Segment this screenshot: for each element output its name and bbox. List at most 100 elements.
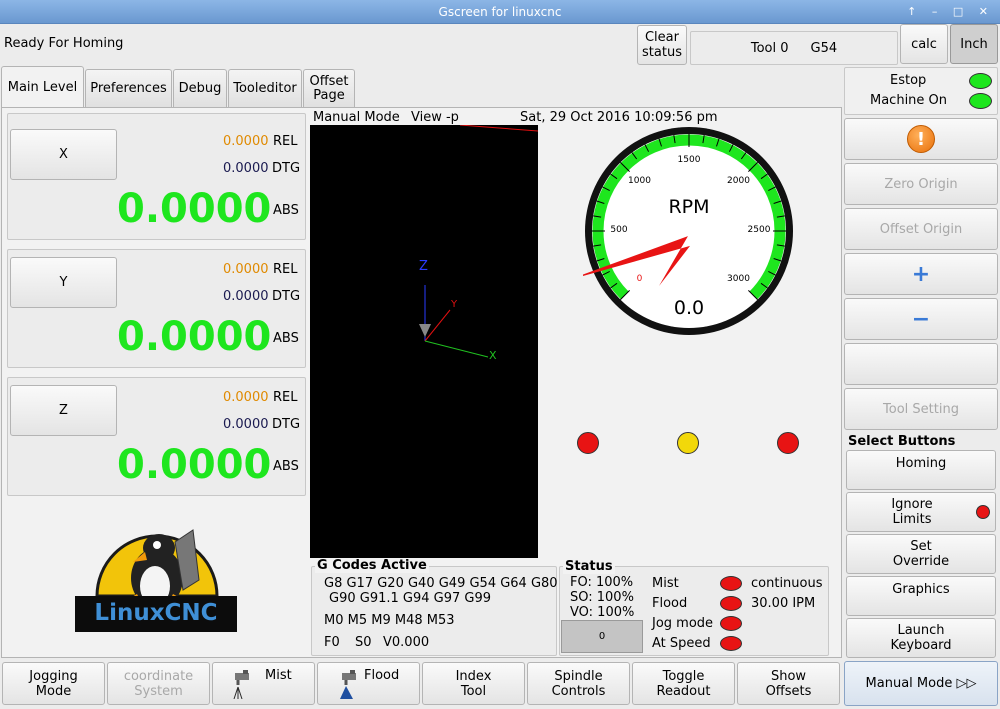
calc-button[interactable]: calc <box>900 24 948 64</box>
mist-button[interactable]: Mist <box>212 662 315 705</box>
spindle-controls-button[interactable]: Spindle Controls <box>527 662 630 705</box>
status-message: Ready For Homing <box>4 36 124 51</box>
flood-led <box>720 596 742 611</box>
tab-preferences[interactable]: Preferences <box>85 69 172 107</box>
warning-icon: ! <box>907 125 935 153</box>
tab-main-level[interactable]: Main Level <box>1 66 84 108</box>
toggle-readout-button[interactable]: Toggle Readout <box>632 662 735 705</box>
gauge-tick-2500: 2500 <box>747 225 771 235</box>
gauge-tick-0: 0 <box>636 274 643 285</box>
select-buttons-label: Select Buttons <box>848 434 956 449</box>
gauge-tick-500: 500 <box>610 225 628 235</box>
minus-icon: − <box>911 306 931 332</box>
flood-button[interactable]: Flood <box>317 662 420 705</box>
graphics-preview[interactable]: Z Y X <box>310 124 539 558</box>
work-offset: G54 <box>810 40 838 56</box>
manual-mode-button[interactable]: Manual Mode ▷▷ <box>844 661 998 706</box>
y-rel-value: 0.0000 <box>223 262 269 277</box>
estop-label: Estop <box>890 73 927 88</box>
tab-debug[interactable]: Debug <box>173 69 227 107</box>
units-button[interactable]: Inch <box>950 24 998 64</box>
ignore-limits-led <box>976 505 990 519</box>
window-controls[interactable]: ↑ – □ ✕ <box>907 0 994 24</box>
flood-button-label: Flood <box>364 668 400 683</box>
minus-button[interactable]: − <box>844 298 998 340</box>
jog-type: continuous <box>751 576 823 591</box>
x-rel-value: 0.0000 <box>223 134 269 149</box>
indicator-led-left <box>577 432 599 454</box>
x-abs-label: ABS <box>273 203 299 218</box>
mist-icon <box>233 669 255 703</box>
plus-icon: + <box>911 261 931 287</box>
axis-x-button[interactable]: X <box>10 129 117 180</box>
gauge-tick-3000: 3000 <box>727 274 750 285</box>
show-offsets-button[interactable]: Show Offsets <box>737 662 840 705</box>
estop-led <box>969 73 992 89</box>
z-abs-label: ABS <box>273 459 299 474</box>
blank-button[interactable] <box>844 343 998 385</box>
tool-info: Tool 0 G54 <box>690 31 898 65</box>
feed-value: F0 <box>324 635 340 650</box>
index-tool-button[interactable]: Index Tool <box>422 662 525 705</box>
dro-y-panel: Y 0.0000 REL 0.0000 DTG 0.0000 ABS <box>7 249 306 368</box>
indicator-led-right <box>777 432 799 454</box>
jog-mode-label: Jog mode <box>652 616 714 631</box>
flood-status-label: Flood <box>652 596 688 611</box>
indicator-led-middle <box>677 432 699 454</box>
spindle-value: S0 <box>355 635 372 650</box>
dro-z-panel: Z 0.0000 REL 0.0000 DTG 0.0000 ABS <box>7 377 306 496</box>
ignore-limits-label: Ignore Limits <box>891 497 933 527</box>
status-counter: 0 <box>561 620 643 653</box>
graphics-view-label: View -p <box>411 110 459 125</box>
z-dtg-value: 0.0000 <box>223 417 269 432</box>
tool-number: Tool 0 <box>750 40 789 56</box>
y-abs-value: 0.0000 <box>117 314 272 360</box>
ignore-limits-button[interactable]: Ignore Limits <box>846 492 996 532</box>
tab-tooleditor[interactable]: Tooleditor <box>228 69 302 107</box>
y-abs-label: ABS <box>273 331 299 346</box>
mist-status-label: Mist <box>652 576 679 591</box>
mcodes-line: M0 M5 M9 M48 M53 <box>324 613 455 628</box>
window-titlebar: Gscreen for linuxcnc ↑ – □ ✕ <box>0 0 1000 24</box>
machine-on-label: Machine On <box>870 93 948 108</box>
launch-keyboard-button[interactable]: Launch Keyboard <box>846 618 996 658</box>
spindle-override: SO: 100% <box>570 590 634 605</box>
logo-text: LinuxCNC <box>94 600 218 626</box>
zero-origin-button[interactable]: Zero Origin <box>844 163 998 205</box>
set-override-button[interactable]: Set Override <box>846 534 996 574</box>
mist-led <box>720 576 742 591</box>
x-dtg-value: 0.0000 <box>223 161 269 176</box>
z-rel-value: 0.0000 <box>223 390 269 405</box>
x-abs-value: 0.0000 <box>117 186 272 232</box>
graphics-datetime: Sat, 29 Oct 2016 10:09:56 pm <box>520 110 718 125</box>
graphics-button[interactable]: Graphics <box>846 576 996 616</box>
axis-z-button[interactable]: Z <box>10 385 117 436</box>
clear-status-button[interactable]: Clear status <box>637 25 687 65</box>
z-dtg-label: DTG <box>272 417 301 432</box>
jog-rate: 30.00 IPM <box>751 596 816 611</box>
coordinate-system-button[interactable]: coordinate System <box>107 662 210 705</box>
plus-button[interactable]: + <box>844 253 998 295</box>
feed-override: FO: 100% <box>570 575 634 590</box>
x-dtg-label: DTG <box>272 161 301 176</box>
axis-x-label: X <box>489 349 497 362</box>
graphics-mode-label: Manual Mode <box>313 110 400 125</box>
axis-y-button[interactable]: Y <box>10 257 117 308</box>
jogging-mode-button[interactable]: Jogging Mode <box>2 662 105 705</box>
at-speed-label: At Speed <box>652 636 711 651</box>
gcodes-line1: G8 G17 G20 G40 G49 G54 G64 G80 <box>324 576 558 591</box>
gauge-tick-1000: 1000 <box>628 175 651 186</box>
tab-offset-page[interactable]: Offset Page <box>303 69 355 107</box>
machine-on-led <box>969 93 992 109</box>
homing-button[interactable]: Homing <box>846 450 996 490</box>
y-rel-label: REL <box>273 262 298 277</box>
linuxcnc-logo: LinuxCNC <box>75 520 237 632</box>
window-title: Gscreen for linuxcnc <box>438 5 562 19</box>
mist-button-label: Mist <box>265 668 292 683</box>
offset-origin-button[interactable]: Offset Origin <box>844 208 998 250</box>
tool-setting-button[interactable]: Tool Setting <box>844 388 998 430</box>
jog-mode-led <box>720 616 742 631</box>
gauge-tick-1500: 1500 <box>677 155 701 165</box>
estop-button[interactable]: ! <box>844 118 998 160</box>
status-title: Status <box>563 559 615 574</box>
